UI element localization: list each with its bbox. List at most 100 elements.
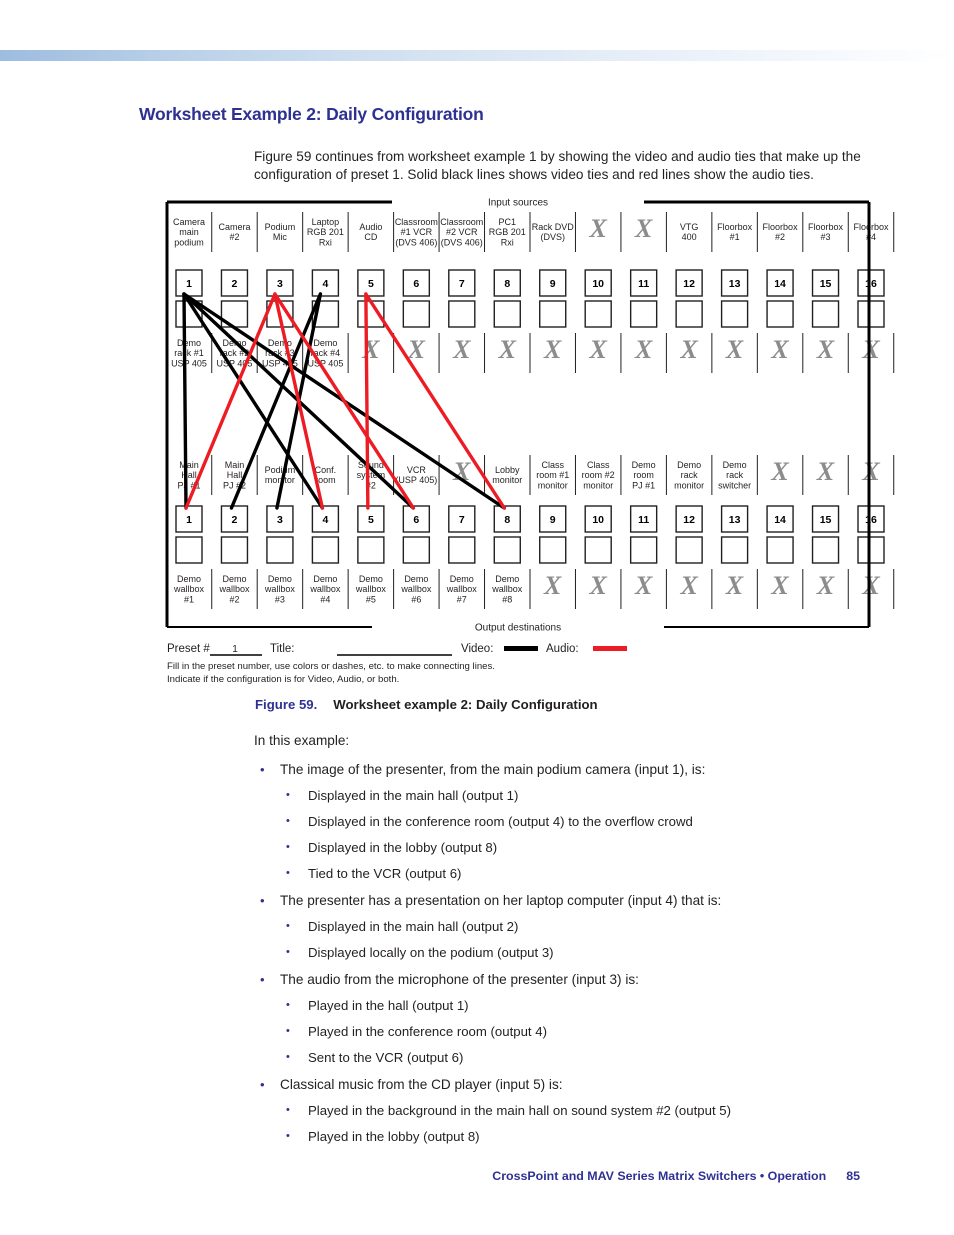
label-line: #2 [229, 232, 239, 242]
write-in-box[interactable] [857, 300, 885, 328]
write-in-box[interactable] [811, 536, 840, 564]
label-line: monitor [583, 480, 613, 490]
label-line: Demo [677, 460, 701, 470]
write-in-box[interactable] [811, 300, 840, 328]
label-line: Camera [218, 222, 250, 232]
write-in-box[interactable] [220, 536, 249, 564]
input-label-top: Floorbox#4 [853, 222, 889, 242]
worksheet-legend: Preset # 1 Title: Video: Audio: Fill in the p… [167, 643, 627, 685]
x-mark-icon: X [816, 571, 835, 600]
write-in-box[interactable] [629, 536, 658, 564]
output-label-top: Lobbymonitor [492, 465, 522, 485]
label-line: RGB 201 [307, 227, 344, 237]
sub-bullet-item: • Played in the conference room (output 4… [280, 1023, 904, 1041]
figure-title: Worksheet example 2: Daily Configuration [333, 697, 598, 712]
write-in-box[interactable] [539, 536, 567, 564]
audio-legend-label: Audio: [546, 643, 579, 655]
io-box-number: 10 [592, 514, 604, 526]
sub-bullet-marker-icon: • [286, 1051, 290, 1063]
label-line: (DVS 406) [395, 237, 437, 247]
sub-bullet-marker-icon: • [286, 1104, 290, 1116]
write-in-box[interactable] [720, 536, 749, 564]
example-description: In this example: • The image of the prese… [254, 731, 904, 1154]
write-in-box[interactable] [448, 536, 476, 564]
bullet-item: • Classical music from the CD player (inp… [254, 1075, 904, 1146]
x-mark-icon: X [770, 457, 789, 486]
write-in-box[interactable] [766, 300, 794, 328]
label-line: Classroom [395, 217, 438, 227]
x-mark-icon: X [543, 571, 562, 600]
x-mark-icon: X [543, 335, 562, 364]
output-label-top: Podiummonitor [265, 465, 296, 485]
label-line: Demo [723, 460, 747, 470]
io-box-number: 7 [459, 514, 465, 526]
write-in-box[interactable] [857, 536, 885, 564]
io-box-number: 8 [504, 278, 510, 290]
input-label-top: Floorbox#1 [717, 222, 753, 242]
label-line: Floorbox [763, 222, 799, 232]
write-in-box[interactable] [357, 536, 385, 564]
output-label-top: DemoroomPJ #1 [632, 460, 656, 490]
write-in-box[interactable] [766, 536, 794, 564]
write-in-box[interactable] [493, 536, 521, 564]
write-in-box[interactable] [402, 300, 431, 328]
output-label-bottom: X [770, 571, 789, 600]
label-line: Demo [495, 574, 519, 584]
label-line: #2 [775, 232, 785, 242]
worksheet-diagram: Input sources Camera main podium Camera #2 Pod… [0, 190, 954, 690]
x-mark-icon: X [589, 335, 608, 364]
label-line: CD [364, 232, 377, 242]
input-label-top: X [589, 214, 608, 243]
output-label-bottom: Demowallbox#3 [264, 574, 296, 604]
sub-bullet-item: • Tied to the VCR (output 6) [280, 865, 904, 883]
input-sources-label: Input sources [488, 198, 548, 209]
label-line: Mic [273, 232, 287, 242]
write-in-box[interactable] [584, 300, 612, 328]
label-line: #7 [457, 594, 467, 604]
input-label-top: Floorbox#2 [763, 222, 799, 242]
output-label-bottom: Demowallbox#1 [173, 574, 205, 604]
x-mark-icon: X [634, 214, 653, 243]
page-footer: CrossPoint and MAV Series Matrix Switche… [492, 1169, 860, 1183]
input-label-bottom: X [770, 335, 789, 364]
input-label-bottom: X [634, 335, 653, 364]
output-label-bottom: Demowallbox#5 [355, 574, 387, 604]
sub-bullet-list: • Displayed in the main hall (output 1) • D… [280, 787, 904, 883]
write-in-box[interactable] [402, 536, 431, 564]
label-line: podium [174, 237, 204, 247]
write-in-box[interactable] [629, 300, 658, 328]
input-label-bottom: X [589, 335, 608, 364]
sub-bullet-item: • Displayed in the lobby (output 8) [280, 839, 904, 857]
sub-bullet-text: Displayed in the main hall (output 1) [308, 788, 519, 803]
write-in-box[interactable] [175, 536, 203, 564]
io-box-number: 12 [683, 514, 695, 526]
write-in-box[interactable] [493, 300, 521, 328]
write-in-box[interactable] [539, 300, 567, 328]
write-in-box[interactable] [311, 536, 340, 564]
io-box-number: 11 [638, 514, 649, 526]
label-line: Rack DVD [532, 222, 575, 232]
write-in-box[interactable] [266, 536, 294, 564]
label-line: Demo [404, 574, 428, 584]
output-label-top: VCR(USP 405) [395, 465, 437, 485]
output-label-top: X [770, 457, 789, 486]
input-label-bottom: X [725, 335, 744, 364]
write-in-box[interactable] [675, 300, 703, 328]
input-label-bottom: Demorack #1USP 405 [171, 338, 207, 368]
label-line: Camera [173, 217, 205, 227]
write-in-box[interactable] [584, 536, 612, 564]
io-box-number: 2 [232, 514, 238, 526]
bullet-text: Classical music from the CD player (inpu… [280, 1077, 563, 1092]
label-line: Demo [313, 338, 337, 348]
label-line: Main [225, 460, 245, 470]
write-in-box[interactable] [448, 300, 476, 328]
output-label-bottom: Demowallbox#6 [400, 574, 432, 604]
input-label-top: AudioCD [359, 222, 382, 242]
label-line: #6 [411, 594, 421, 604]
label-line: wallbox [218, 584, 250, 594]
write-in-box[interactable] [675, 536, 703, 564]
sub-bullet-text: Tied to the VCR (output 6) [308, 866, 462, 881]
write-in-box[interactable] [720, 300, 749, 328]
sub-bullet-marker-icon: • [286, 1130, 290, 1142]
io-box-number: 13 [729, 514, 741, 526]
